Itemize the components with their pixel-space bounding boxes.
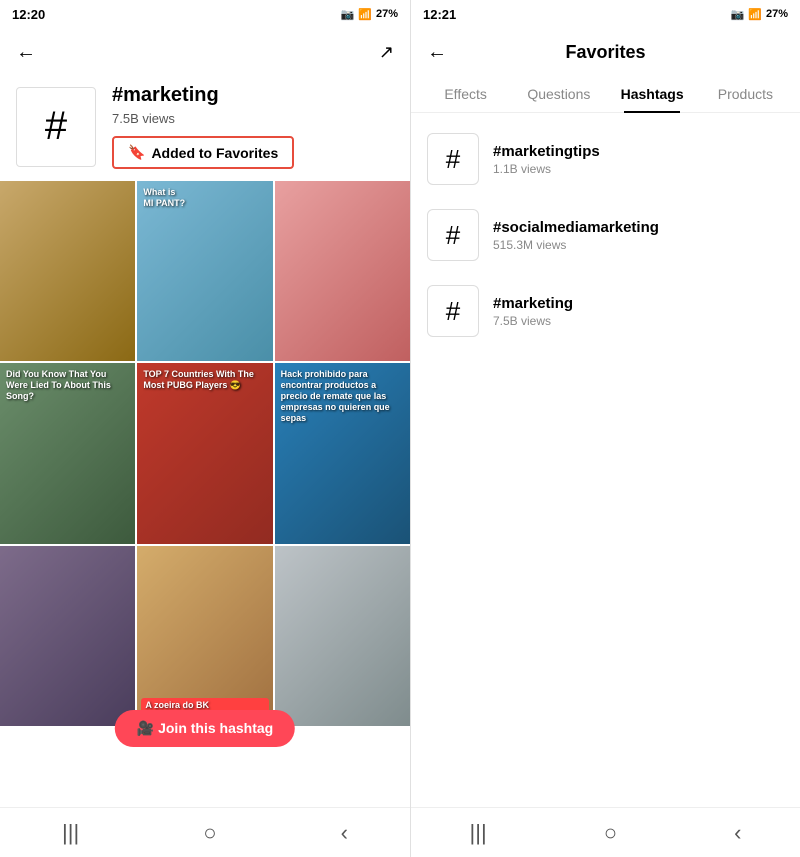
tab-products[interactable]: Products [699, 76, 792, 112]
hash-icon-1: # [427, 133, 479, 185]
hash-views-3: 7.5B views [493, 314, 784, 328]
r-camera-icon: 📷 [731, 8, 745, 21]
list-item-1[interactable]: # #marketingtips 1.1B views [411, 121, 800, 197]
grid-item-9[interactable] [275, 546, 410, 726]
hash-info-2: #socialmediamarketing 515.3M views [493, 219, 784, 252]
add-to-favorites-button[interactable]: 🔖 Added to Favorites [112, 136, 294, 169]
hashtag-symbol: # [45, 104, 67, 149]
hashtag-info: #marketing 7.5B views 🔖 Added to Favorit… [112, 84, 394, 169]
list-item-3[interactable]: # #marketing 7.5B views [411, 273, 800, 349]
hash-name-3: #marketing [493, 295, 784, 312]
grid-container: What isMI PANT? Did You Know That You We… [0, 181, 410, 726]
list-item-2[interactable]: # #socialmediamarketing 515.3M views [411, 197, 800, 273]
grid-item-5[interactable]: TOP 7 Countries With The Most PUBG Playe… [137, 363, 272, 543]
right-status-bar: 12:21 📷 📶 27% [411, 0, 800, 28]
hashtag-list: # #marketingtips 1.1B views # #socialmed… [411, 113, 800, 807]
grid-item-6[interactable]: Hack prohibido para encontrar productos … [275, 363, 410, 543]
back-button[interactable]: ← [16, 41, 36, 64]
right-bottom-nav: ||| ○ ‹ [411, 807, 800, 857]
right-back-button[interactable]: ← [427, 41, 447, 64]
right-time: 12:21 [423, 7, 456, 22]
grid-item-1[interactable] [0, 181, 135, 361]
hash-info-1: #marketingtips 1.1B views [493, 143, 784, 176]
tabs-row: Effects Questions Hashtags Products [411, 76, 800, 113]
favorites-title: Favorites [565, 42, 645, 63]
grid-item-8[interactable]: A zoeira do BKtem limite! [137, 546, 272, 726]
hash-info-3: #marketing 7.5B views [493, 295, 784, 328]
camera-icon: 📷 [341, 8, 355, 21]
grid-overlay-5: TOP 7 Countries With The Most PUBG Playe… [143, 369, 265, 391]
grid-overlay-2: What isMI PANT? [143, 187, 185, 209]
grid-overlay-6: Hack prohibido para encontrar productos … [281, 369, 403, 423]
left-bottom-nav: ||| ○ ‹ [0, 807, 410, 857]
left-time: 12:20 [12, 7, 45, 22]
right-nav-back-icon[interactable]: ‹ [734, 820, 741, 846]
tab-questions[interactable]: Questions [512, 76, 605, 112]
hashtag-views: 7.5B views [112, 111, 394, 126]
grid-item-4[interactable]: Did You Know That You Were Lied To About… [0, 363, 135, 543]
left-status-icons: 📷 📶 27% [341, 8, 398, 21]
tab-hashtags[interactable]: Hashtags [606, 76, 699, 112]
right-panel: 12:21 📷 📶 27% ← Favorites Effects Questi… [410, 0, 800, 857]
battery-label: 27% [376, 8, 398, 20]
hashtag-icon-box: # [16, 87, 96, 167]
tab-hashtags-label: Hashtags [621, 86, 684, 102]
grid-item-3[interactable] [275, 181, 410, 361]
hash-icon-2: # [427, 209, 479, 261]
video-grid: What isMI PANT? Did You Know That You We… [0, 181, 410, 807]
left-panel: 12:20 📷 📶 27% ← ↗ # #marketing 7.5B view… [0, 0, 410, 857]
hashtag-title: #marketing [112, 84, 394, 107]
share-button[interactable]: ↗ [379, 42, 394, 63]
tab-effects[interactable]: Effects [419, 76, 512, 112]
grid-overlay-4: Did You Know That You Were Lied To About… [6, 369, 128, 401]
left-nav-home-icon[interactable]: ○ [203, 820, 216, 846]
grid-item-7[interactable] [0, 546, 135, 726]
r-signal-icon: 📶 [748, 8, 762, 21]
r-battery-label: 27% [766, 8, 788, 20]
right-nav-home-icon[interactable]: ○ [604, 820, 617, 846]
tab-questions-label: Questions [527, 86, 590, 102]
signal-icon: 📶 [358, 8, 372, 21]
grid-item-2[interactable]: What isMI PANT? [137, 181, 272, 361]
favorites-button-label: Added to Favorites [151, 145, 278, 161]
hash-views-2: 515.3M views [493, 238, 784, 252]
right-nav-menu-icon[interactable]: ||| [470, 820, 487, 846]
bookmark-icon: 🔖 [128, 144, 145, 161]
tab-products-label: Products [718, 86, 773, 102]
hash-icon-3: # [427, 285, 479, 337]
left-nav-menu-icon[interactable]: ||| [62, 820, 79, 846]
hashtag-header: # #marketing 7.5B views 🔖 Added to Favor… [0, 76, 410, 181]
left-nav-back-icon[interactable]: ‹ [341, 820, 348, 846]
left-status-bar: 12:20 📷 📶 27% [0, 0, 410, 28]
hash-views-1: 1.1B views [493, 162, 784, 176]
right-status-icons: 📷 📶 27% [731, 8, 788, 21]
right-top-bar: ← Favorites [411, 28, 800, 76]
hash-name-1: #marketingtips [493, 143, 784, 160]
left-top-bar: ← ↗ [0, 28, 410, 76]
tab-effects-label: Effects [444, 86, 487, 102]
hash-name-2: #socialmediamarketing [493, 219, 784, 236]
join-hashtag-button[interactable]: 🎥 Join this hashtag [115, 710, 295, 747]
